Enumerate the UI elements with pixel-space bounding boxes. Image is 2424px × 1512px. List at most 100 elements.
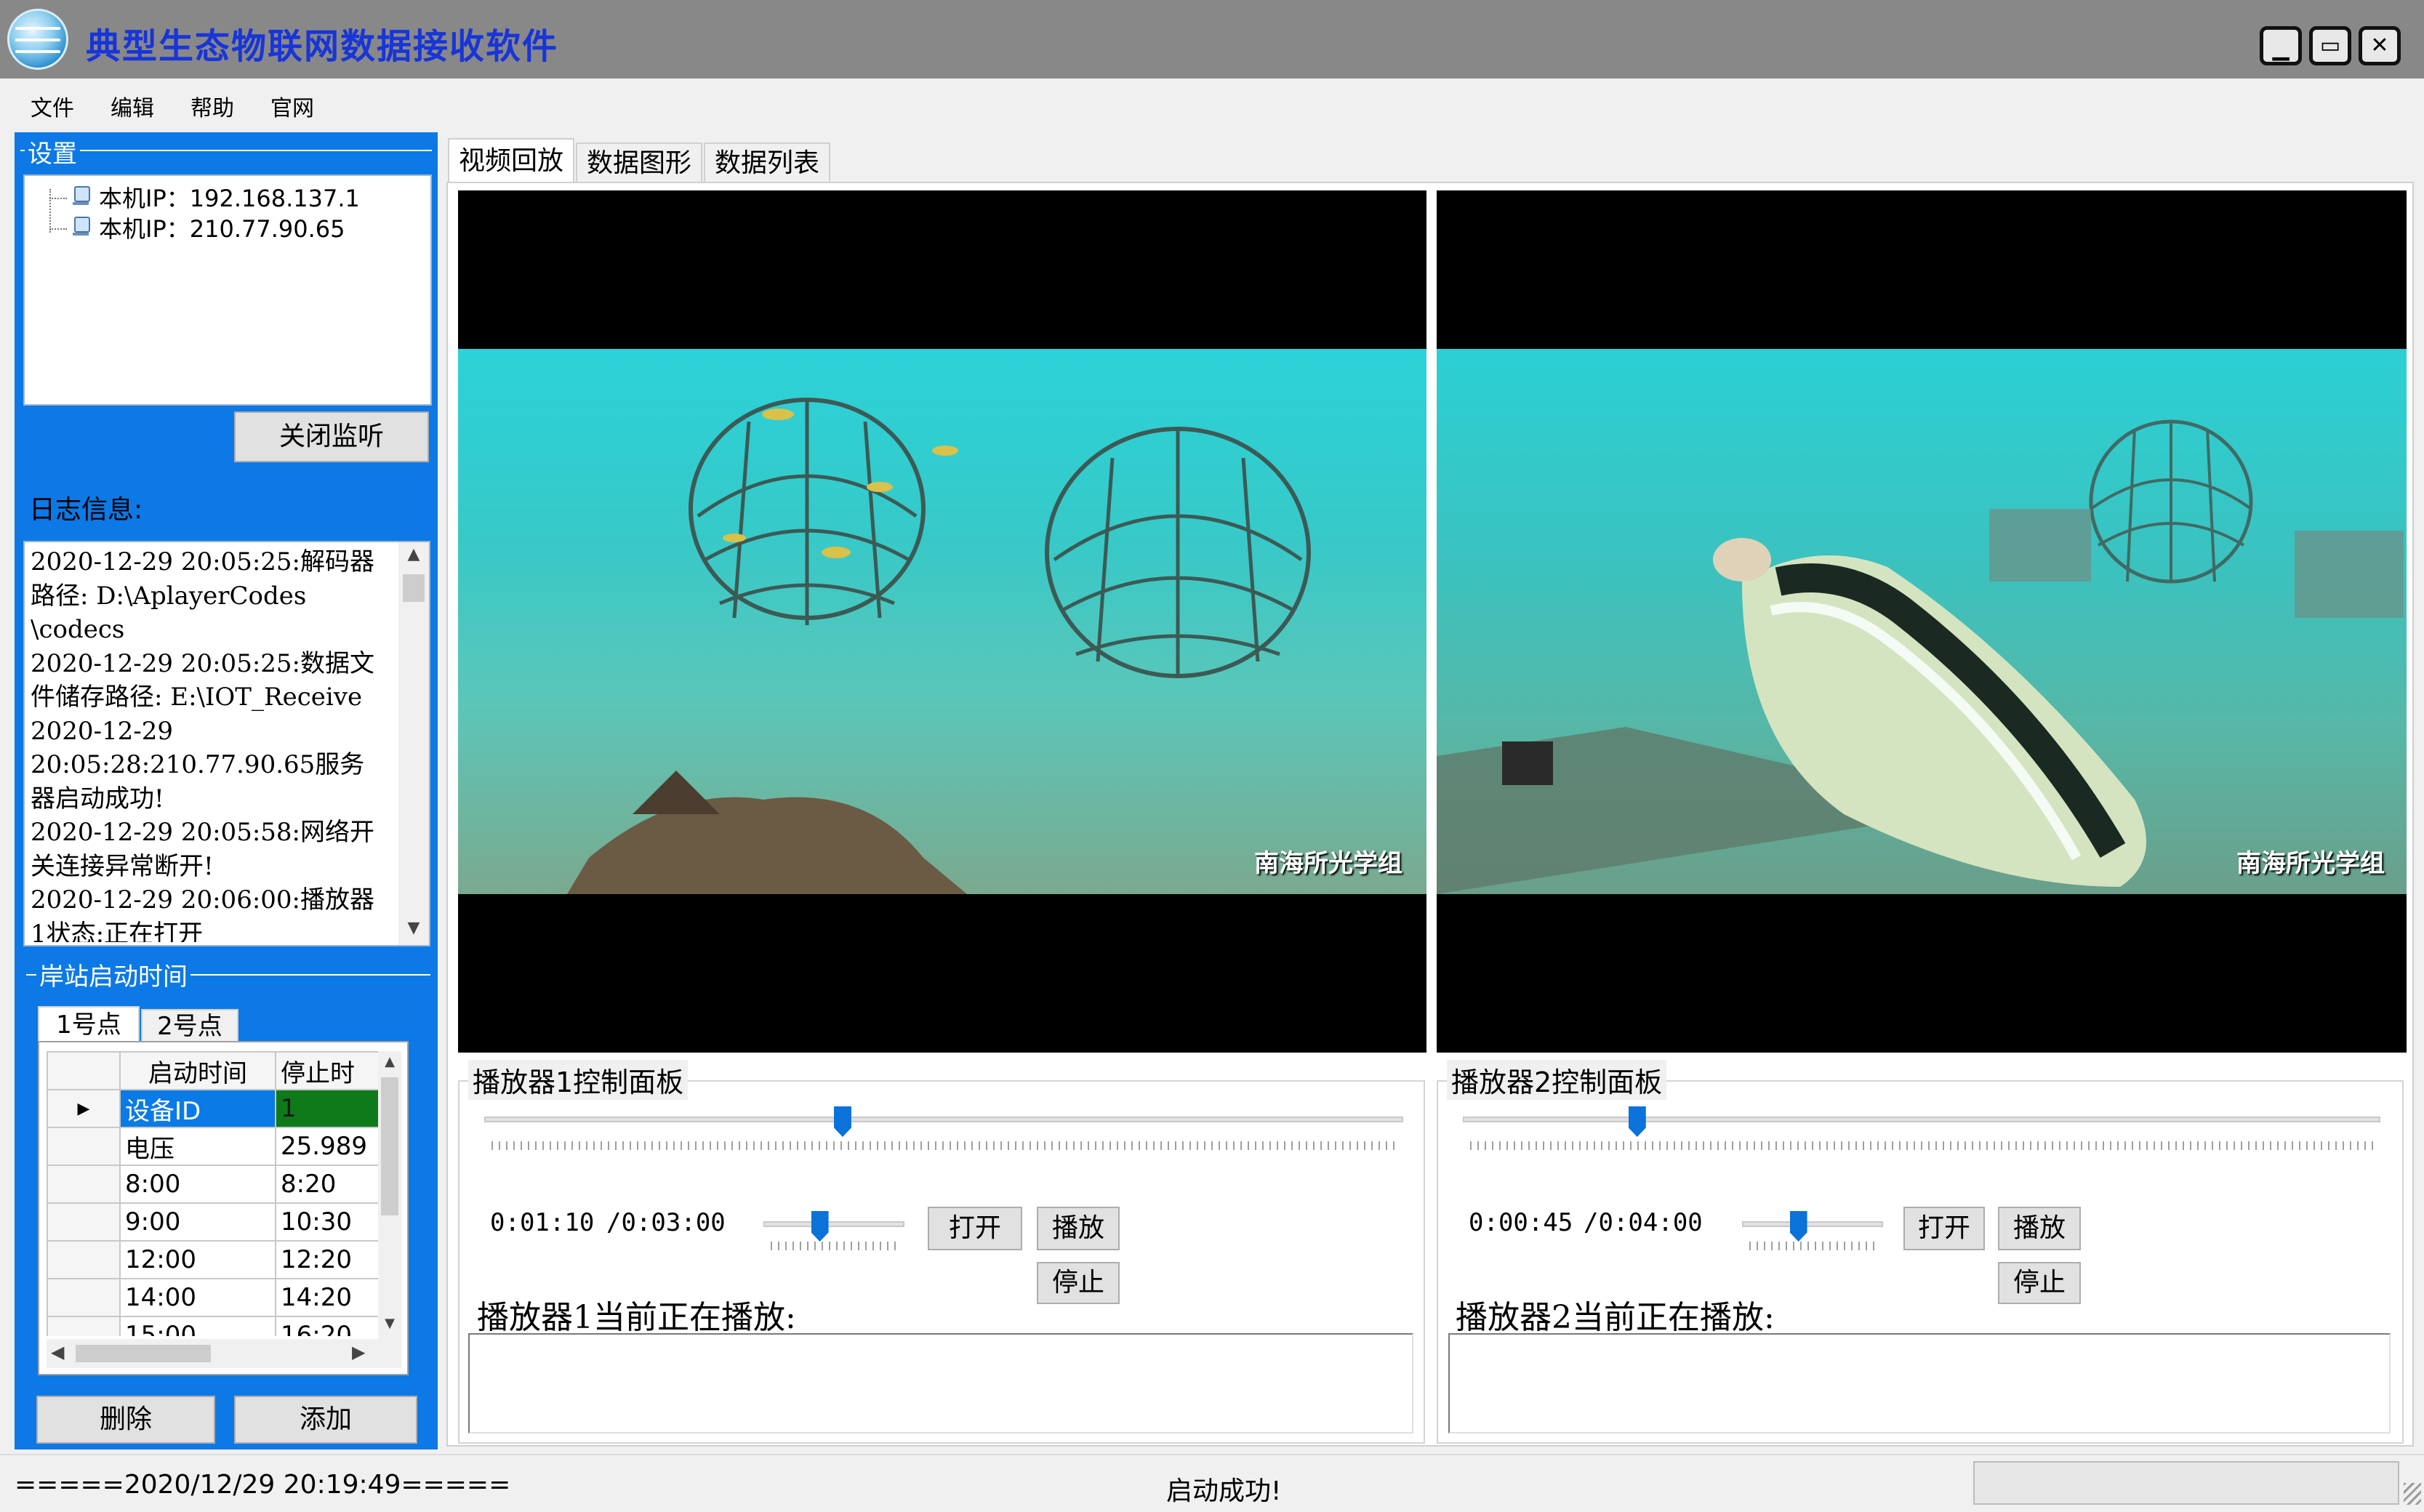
video-frame-2: 南海所光学组 [1437,349,2407,894]
video-watermark-2: 南海所光学组 [2236,849,2385,878]
video-player-2[interactable]: 南海所光学组 [1437,190,2407,1053]
player2-now-playing-textbox[interactable] [1448,1333,2391,1433]
tree-item-label: 本机IP：192.168.137.1 [99,185,360,212]
table-row[interactable]: 9:00 10:30 [47,1202,388,1242]
grid-horizontal-scrollbar[interactable]: ◀ ▶ [47,1339,401,1368]
station-group-label: 岸站启动时间 [36,957,190,992]
menu-file[interactable]: 文件 [31,90,74,122]
player2-play-button[interactable]: 播放 [1998,1207,2081,1250]
tab-video-playback[interactable]: 视频回放 [448,138,574,183]
player1-now-playing-textbox[interactable] [468,1333,1413,1433]
tree-item-ip-2[interactable]: 本机IP：210.77.90.65 [71,211,345,244]
log-line: 20:05:28:210.77.90.65服务 [31,750,365,779]
scroll-down-icon[interactable]: ▼ [378,1316,401,1331]
status-datetime: =====2020/12/29 20:19:49===== [15,1470,511,1500]
log-label: 日志信息: [29,495,143,525]
scroll-thumb[interactable] [76,1345,211,1362]
player1-open-button[interactable]: 打开 [928,1207,1022,1250]
scroll-up-icon[interactable]: ▲ [398,545,429,563]
table-row[interactable]: 电压 25.989 [47,1127,388,1166]
log-scrollbar[interactable]: ▲ ▼ [398,542,429,945]
current-row-indicator-icon: ▶ [47,1089,121,1128]
player2-panel-title: 播放器2控制面板 [1447,1060,1667,1100]
grid-cell[interactable]: 9:00 [119,1202,276,1242]
maximize-button[interactable]: ▭ [2309,26,2351,65]
menu-bar [0,79,2424,129]
player2-open-button[interactable]: 打开 [1903,1207,1985,1250]
log-line: 2020-12-29 20:06:00:播放器 [31,885,374,914]
station-grid[interactable]: 启动时间 停止时 ▶ 设备ID 1 电压 25.989 8:00 8:20 9:… [47,1051,388,1336]
scroll-down-icon[interactable]: ▼ [398,919,429,937]
player1-total-time: /0:03:00 [606,1208,726,1237]
player1-volume-track[interactable] [763,1221,904,1227]
computer-icon [71,186,90,208]
window-title: 典型生态物联网数据接收软件 [86,26,559,67]
player2-total-time: /0:04:00 [1584,1208,1703,1237]
grid-cell[interactable]: 14:20 [275,1278,388,1317]
log-textbox[interactable]: 2020-12-29 20:05:25:解码器 路径: D:\AplayerCod… [23,541,430,946]
video-watermark-1: 南海所光学组 [1254,849,1402,878]
scroll-up-icon[interactable]: ▲ [378,1054,401,1069]
grid-cell[interactable]: 12:00 [119,1240,276,1279]
delete-button[interactable]: 删除 [36,1396,215,1444]
grid-cell[interactable]: 8:20 [275,1165,388,1204]
player2-progress-track[interactable] [1463,1117,2380,1122]
grid-cell[interactable]: 10:30 [275,1202,388,1242]
grid-cell[interactable]: 电压 [119,1127,276,1166]
grid-cell[interactable]: 设备ID [119,1089,276,1128]
computer-icon [71,217,90,238]
column-header-stop[interactable]: 停止时 [275,1051,388,1090]
player1-stop-button[interactable]: 停止 [1037,1262,1120,1304]
log-line: 路径: D:\AplayerCodes [31,581,307,611]
log-line: \codecs [31,615,125,644]
table-row[interactable]: 12:00 12:20 [47,1240,388,1279]
scroll-right-icon[interactable]: ▶ [352,1342,365,1362]
scroll-thumb[interactable] [381,1077,398,1215]
log-line: 关连接异常断开! [31,851,214,881]
add-button[interactable]: 添加 [234,1396,417,1444]
tab-data-graph[interactable]: 数据图形 [576,142,702,183]
column-header-start[interactable]: 启动时间 [119,1051,276,1090]
close-button[interactable]: ✕ [2359,26,2401,65]
player1-panel-title: 播放器1控制面板 [468,1060,689,1100]
log-line: 1状态:正在打开 [31,919,204,943]
grid-cell[interactable]: 16:20 [275,1316,388,1336]
player2-volume-ticks [1749,1242,1877,1250]
menu-website[interactable]: 官网 [270,90,314,122]
network-tree[interactable]: 本机IP：192.168.137.1 本机IP：210.77.90.65 [23,174,432,406]
grid-cell[interactable]: 8:00 [119,1165,276,1204]
grid-cell[interactable]: 15:00 [119,1316,276,1336]
tree-item-ip-1[interactable]: 本机IP：192.168.137.1 [71,180,360,214]
settings-group-border [20,150,432,151]
tab-point-1[interactable]: 1号点 [38,1006,140,1042]
grid-cell[interactable]: 14:00 [119,1278,276,1317]
player2-progress-ticks [1470,1141,2373,1150]
player2-stop-button[interactable]: 停止 [1998,1262,2081,1304]
tab-point-2[interactable]: 2号点 [141,1009,238,1042]
log-line: 器启动成功! [31,784,164,813]
menu-help[interactable]: 帮助 [190,90,234,122]
scroll-left-icon[interactable]: ◀ [51,1342,64,1362]
menu-edit[interactable]: 编辑 [111,90,154,122]
close-listen-button[interactable]: 关闭监听 [234,411,429,462]
log-line: 件储存路径: E:\IOT_Receive [31,683,363,712]
tab-data-list[interactable]: 数据列表 [704,142,830,183]
scroll-thumb[interactable] [403,574,425,602]
player1-progress-track[interactable] [484,1117,1403,1122]
player1-play-button[interactable]: 播放 [1037,1207,1120,1250]
table-row[interactable]: 8:00 8:20 [47,1165,388,1204]
table-row[interactable]: 15:00 16:20 [47,1316,388,1336]
table-row[interactable]: ▶ 设备ID 1 [47,1089,388,1128]
grid-cell[interactable]: 1 [275,1089,388,1128]
player1-now-playing-label: 播放器1当前正在播放: [477,1299,796,1336]
minimize-button[interactable]: ▁ [2260,26,2302,65]
player1-progress-ticks [491,1141,1396,1150]
grid-cell[interactable]: 25.989 [275,1127,388,1166]
player2-volume-track[interactable] [1742,1221,1883,1227]
grid-cell[interactable]: 12:20 [275,1240,388,1279]
table-row[interactable]: 14:00 14:20 [47,1278,388,1317]
maximize-icon: ▭ [2319,33,2341,58]
video-player-1[interactable]: 南海所光学组 [458,190,1426,1053]
resize-grip-icon[interactable] [2404,1483,2421,1505]
grid-vertical-scrollbar[interactable]: ▲ ▼ [378,1051,401,1339]
